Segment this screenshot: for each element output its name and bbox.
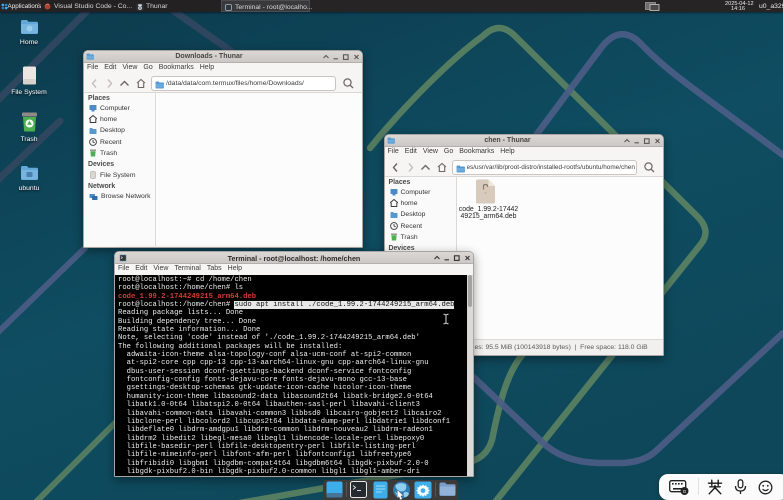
svg-text:G: G xyxy=(683,489,687,494)
